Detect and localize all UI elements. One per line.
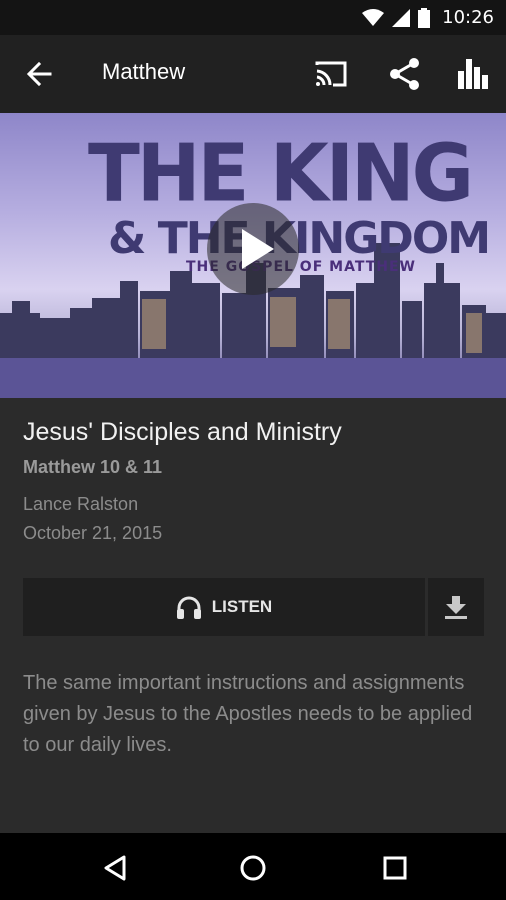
system-nav-bar bbox=[0, 833, 506, 900]
cast-icon[interactable] bbox=[314, 57, 348, 91]
download-icon bbox=[445, 596, 467, 619]
episode-details: Jesus' Disciples and Ministry Matthew 10… bbox=[23, 418, 483, 544]
recents-square-icon[interactable] bbox=[380, 853, 410, 883]
download-button[interactable] bbox=[428, 578, 484, 636]
episode-description: The same important instructions and assi… bbox=[23, 672, 473, 756]
artwork-title: THE KING bbox=[88, 125, 474, 220]
listen-button[interactable]: LISTEN bbox=[23, 578, 425, 636]
play-button[interactable] bbox=[207, 203, 299, 295]
app-toolbar: Matthew bbox=[0, 35, 506, 113]
bar-chart-icon[interactable] bbox=[456, 57, 490, 91]
home-circle-icon[interactable] bbox=[238, 853, 268, 883]
battery-icon bbox=[418, 7, 431, 28]
episode-author: Lance Ralston bbox=[23, 494, 139, 514]
series-artwork[interactable]: THE KING & THE KINGDOM THE GOSPEL OF MAT… bbox=[0, 113, 506, 398]
wifi-icon bbox=[362, 8, 385, 26]
back-arrow-icon[interactable] bbox=[24, 59, 54, 89]
listen-label: LISTEN bbox=[211, 597, 273, 616]
page-title: Matthew bbox=[102, 59, 186, 84]
signal-icon bbox=[392, 8, 411, 27]
episode-title: Jesus' Disciples and Ministry bbox=[23, 418, 342, 446]
status-bar: 10:26 bbox=[0, 0, 506, 35]
play-icon bbox=[242, 229, 274, 269]
headphones-icon bbox=[176, 596, 201, 619]
share-icon[interactable] bbox=[388, 57, 422, 91]
episode-reference: Matthew 10 & 11 bbox=[23, 457, 163, 477]
status-time: 10:26 bbox=[442, 7, 494, 28]
episode-date: October 21, 2015 bbox=[23, 523, 163, 543]
back-triangle-icon[interactable] bbox=[100, 853, 130, 883]
